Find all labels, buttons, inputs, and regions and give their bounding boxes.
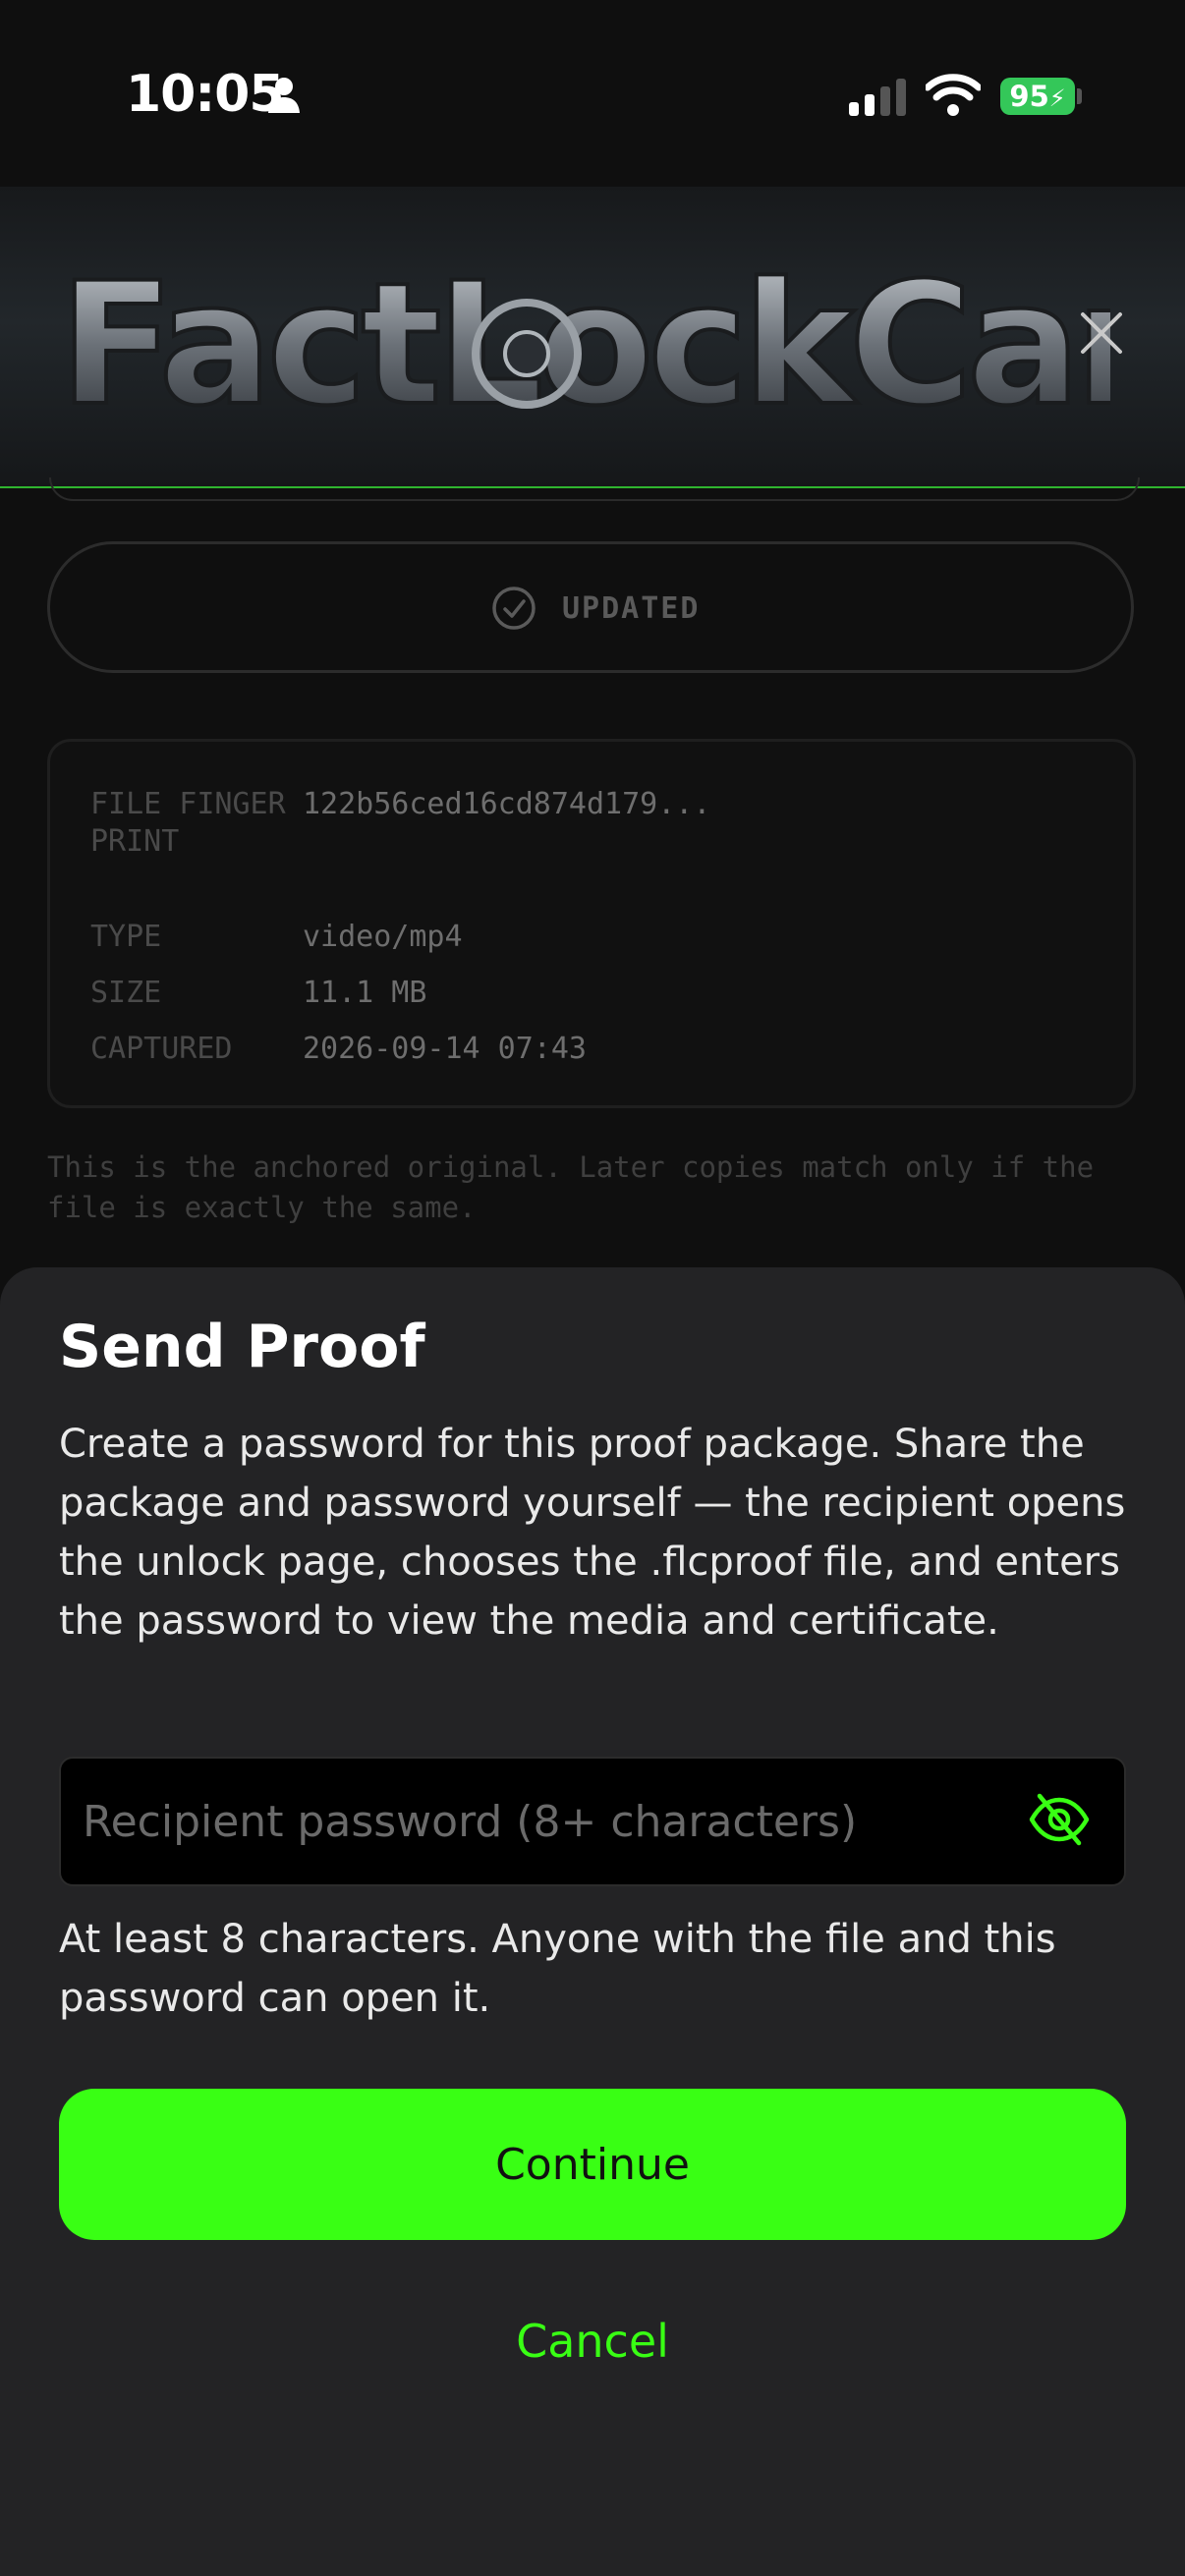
close-icon[interactable]	[1077, 308, 1126, 358]
sheet-description: Create a password for this proof package…	[59, 1422, 1126, 1644]
anchored-original-note: This is the anchored original. Later cop…	[47, 1150, 1095, 1224]
file-fingerprint-label: FILE FINGERPRINT	[90, 787, 286, 859]
cancel-button[interactable]: Cancel	[393, 2307, 792, 2376]
continue-button[interactable]: Continue	[59, 2089, 1126, 2240]
logo-text: FactLockCam	[59, 246, 1110, 432]
battery-level: 95	[1009, 80, 1049, 113]
app-logo: FactLockCam	[57, 244, 1110, 432]
size-value: 11.1 MB	[303, 976, 427, 1010]
signal-icon	[849, 79, 906, 116]
status-time: 10:05	[126, 65, 285, 124]
battery-charging-icon: 95⚡	[1000, 78, 1075, 115]
recipient-password-input[interactable]	[83, 1759, 996, 1884]
password-hint: At least 8 characters. Anyone with the f…	[59, 1917, 1056, 2021]
battery-nub	[1077, 88, 1082, 104]
captured-value: 2026-09-14 07:43	[303, 1032, 587, 1066]
check-circle-icon	[492, 587, 536, 630]
sheet-title: Send Proof	[59, 1313, 425, 1381]
file-fingerprint-value: 122b56ced16cd874d179...	[303, 787, 711, 821]
eye-slash-icon[interactable]	[1028, 1792, 1091, 1847]
wifi-icon	[926, 74, 981, 116]
person-icon	[268, 78, 300, 113]
previous-card-edge	[49, 477, 1140, 501]
captured-label: CAPTURED	[90, 1032, 233, 1066]
recipient-password-field[interactable]	[59, 1757, 1126, 1886]
type-label: TYPE	[90, 920, 162, 954]
type-value: video/mp4	[303, 920, 463, 954]
header-banner: FactLockCam	[0, 187, 1185, 487]
size-label: SIZE	[90, 976, 162, 1010]
updated-status-label: UPDATED	[562, 591, 701, 626]
